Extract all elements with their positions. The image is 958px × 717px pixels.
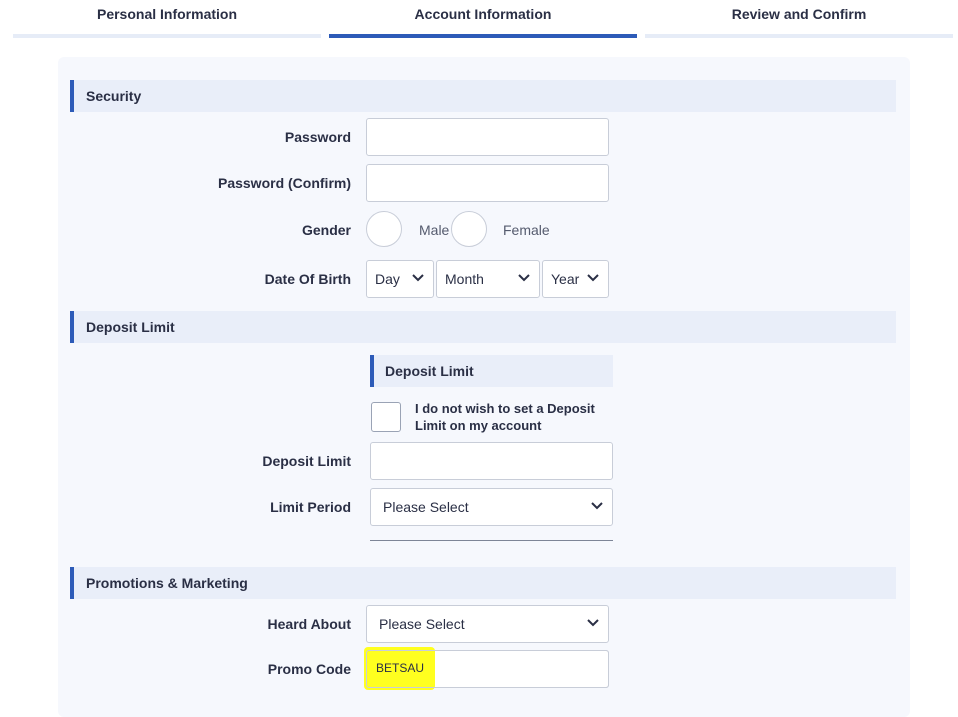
dob-month-select[interactable]: Month: [436, 260, 540, 298]
no-deposit-limit-label: I do not wish to set a Deposit Limit on …: [415, 401, 595, 433]
dob-day-select[interactable]: Day: [366, 260, 434, 298]
dob-label: Date Of Birth: [264, 271, 351, 287]
deposit-limit-label: Deposit Limit: [262, 453, 351, 469]
chevron-down-icon: [587, 274, 599, 282]
chevron-down-icon: [518, 274, 530, 282]
no-deposit-limit-checkbox[interactable]: [371, 402, 401, 432]
deposit-divider: [370, 540, 613, 541]
promo-code-label: Promo Code: [267, 661, 351, 677]
tab-indicator-active: [329, 34, 637, 38]
password-label: Password: [284, 129, 351, 145]
section-header-deposit-limit: Deposit Limit: [70, 311, 896, 343]
chevron-down-icon: [587, 619, 599, 627]
heard-about-value: Please Select: [379, 616, 465, 632]
password-confirm-label: Password (Confirm): [217, 175, 351, 191]
limit-period-select[interactable]: Please Select: [370, 488, 613, 526]
heard-about-select[interactable]: Please Select: [366, 605, 609, 643]
heard-about-label: Heard About: [267, 616, 351, 632]
promo-code-input[interactable]: BETSAU: [366, 650, 609, 688]
step-tabs: Personal Information Account Information…: [0, 0, 958, 40]
tab-personal-information[interactable]: Personal Information: [13, 0, 321, 38]
dob-month-value: Month: [445, 271, 484, 287]
gender-male-radio[interactable]: [366, 211, 402, 247]
tab-account-information[interactable]: Account Information: [329, 0, 637, 38]
gender-female-label: Female: [503, 222, 550, 238]
gender-label: Gender: [301, 222, 351, 238]
deposit-limit-subheader: Deposit Limit: [370, 355, 613, 387]
tab-label: Review and Confirm: [731, 6, 867, 22]
password-confirm-input[interactable]: [366, 164, 609, 202]
dob-day-value: Day: [375, 271, 400, 287]
section-header-security: Security: [70, 80, 896, 112]
tab-indicator: [645, 34, 953, 38]
gender-female-radio[interactable]: [451, 211, 487, 247]
tab-label: Account Information: [414, 6, 552, 22]
tab-review-and-confirm[interactable]: Review and Confirm: [645, 0, 953, 38]
limit-period-value: Please Select: [383, 499, 469, 515]
gender-male-label: Male: [419, 222, 450, 238]
tab-indicator: [13, 34, 321, 38]
section-header-promotions: Promotions & Marketing: [70, 567, 896, 599]
dob-year-value: Year: [551, 271, 580, 287]
password-input[interactable]: [366, 118, 609, 156]
tab-label: Personal Information: [96, 6, 238, 22]
limit-period-label: Limit Period: [270, 499, 351, 515]
deposit-limit-input[interactable]: [370, 442, 613, 480]
chevron-down-icon: [591, 502, 603, 510]
dob-year-select[interactable]: Year: [542, 260, 609, 298]
chevron-down-icon: [412, 274, 424, 282]
